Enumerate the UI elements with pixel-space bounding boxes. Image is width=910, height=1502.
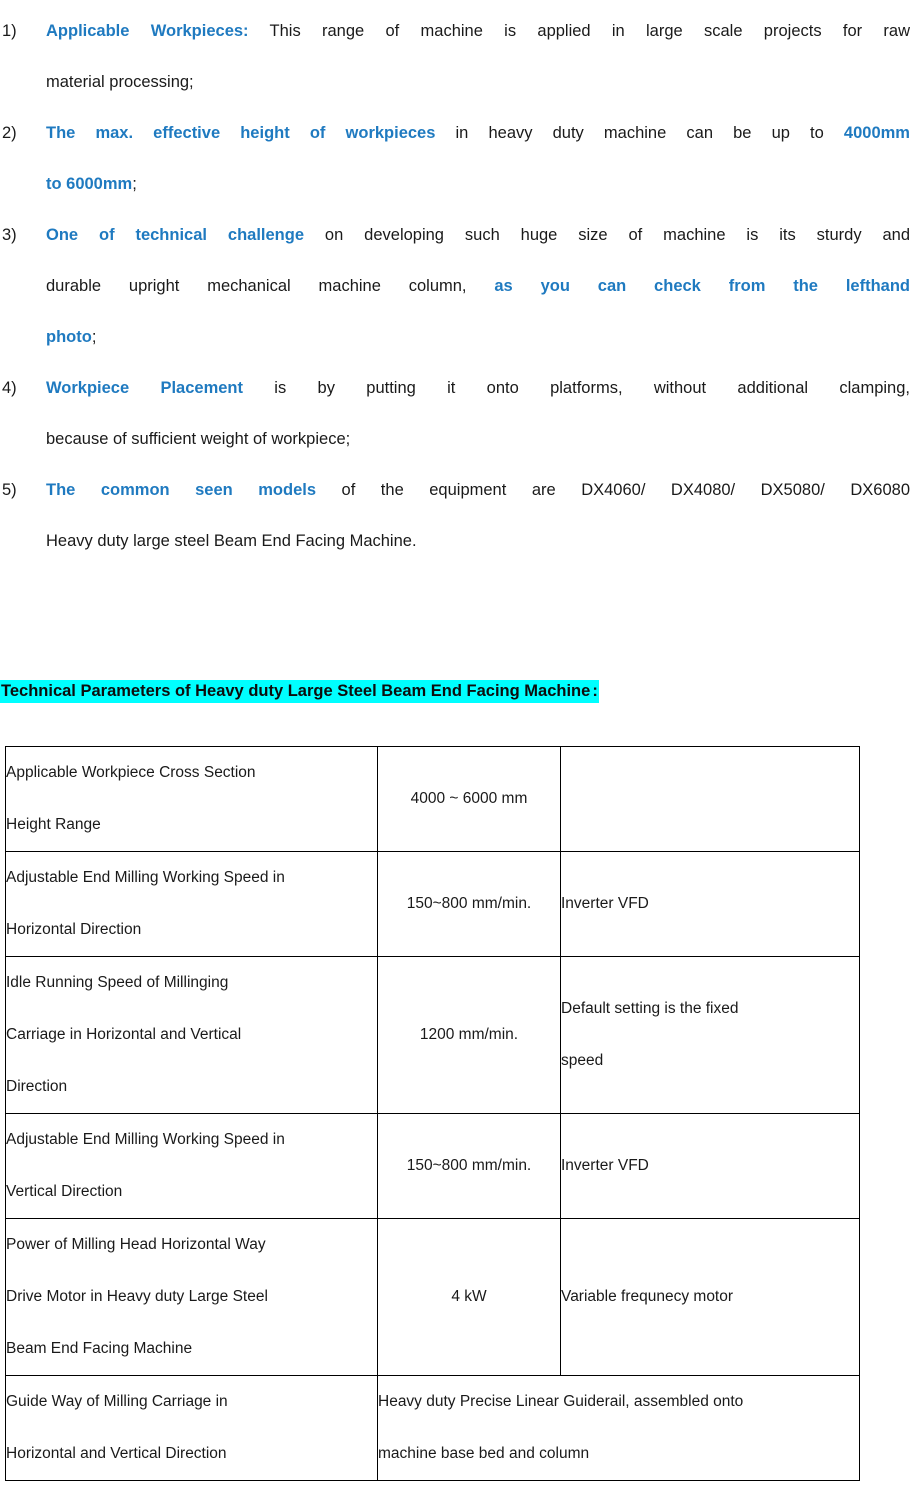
line-rest: is by putting it onto platforms, without… [243,379,910,397]
value-cell: 1200 mm/min. [377,956,561,1114]
list-item: 1) Applicable Workpieces: This range of … [0,6,910,108]
list-item-body: Workpiece Placement is by putting it ont… [46,363,910,465]
list-line: photo; [46,312,910,363]
technical-parameters-table: Applicable Workpiece Cross Section Heigh… [5,746,860,1481]
cell-line: Adjustable End Milling Working Speed in [6,1131,285,1148]
list-item: 5) The common seen models of the equipme… [0,465,910,567]
line-rest: ; [132,175,137,193]
lead-in-text: Workpiece Placement [46,379,243,397]
line-rest: This range of machine is applied in larg… [248,22,910,40]
merged-value-cell: Heavy duty Precise Linear Guiderail, ass… [377,1375,860,1481]
list-line: material processing; [46,73,194,91]
note-cell: Inverter VFD [560,1113,860,1219]
value-cell: 150~800 mm/min. [377,851,561,957]
list-line: Heavy duty large steel Beam End Facing M… [46,532,417,550]
list-marker: 1) [2,22,17,40]
cell-line: Adjustable End Milling Working Speed in [6,869,285,886]
list-line: Workpiece Placement is by putting it ont… [46,363,910,414]
parameter-cell: Idle Running Speed of Millinging Carriag… [5,956,378,1114]
parameter-cell: Adjustable End Milling Working Speed in … [5,851,378,957]
cell-line: Idle Running Speed of Millinging [6,974,229,991]
list-line: Applicable Workpieces: This range of mac… [46,6,910,57]
table-row: Power of Milling Head Horizontal Way Dri… [5,1218,860,1376]
parameter-cell: Applicable Workpiece Cross Section Heigh… [5,746,378,852]
list-line: The max. effective height of workpieces … [46,108,910,159]
list-line: because of sufficient weight of workpiec… [46,430,351,448]
list-line: to 6000mm; [46,159,910,210]
note-cell [560,746,860,852]
list-item-body: The common seen models of the equipment … [46,465,910,567]
table-row: Idle Running Speed of Millinging Carriag… [5,956,860,1114]
parameter-cell: Guide Way of Milling Carriage in Horizon… [5,1375,378,1481]
line-highlight: photo [46,328,92,346]
cell-line: Drive Motor in Heavy duty Large Steel [6,1288,268,1305]
cell-line: Horizontal Direction [6,921,142,938]
cell-line: Heavy duty Precise Linear Guiderail, ass… [378,1393,744,1410]
line-rest: in heavy duty machine can be up to [435,124,844,142]
cell-line: Default setting is the fixed [561,1000,739,1017]
list-item-body: Applicable Workpieces: This range of mac… [46,6,910,108]
cell-line: Direction [6,1078,68,1095]
list-item-body: One of technical challenge on developing… [46,210,910,363]
heading-colon: : [591,680,599,703]
note-cell: Inverter VFD [560,851,860,957]
lead-in-text: The common seen models [46,481,317,499]
cell-line: Beam End Facing Machine [6,1340,193,1357]
list-marker: 2) [2,124,17,142]
line-tail-highlight: 4000mm [843,124,910,142]
cell-line: Applicable Workpiece Cross Section [6,764,256,781]
cell-line: Power of Milling Head Horizontal Way [6,1236,266,1253]
line-highlight: as you can check from the lefthand [494,277,910,295]
line-highlight: to 6000mm [46,175,133,193]
list-marker: 3) [2,226,17,244]
value-cell: 4000 ~ 6000 mm [377,746,561,852]
table-body: Applicable Workpiece Cross Section Heigh… [5,746,860,1481]
cell-line: Height Range [6,816,101,833]
parameter-cell: Adjustable End Milling Working Speed in … [5,1113,378,1219]
lead-in-text: The max. effective height of workpieces [46,124,436,142]
list-item: 3) One of technical challenge on develop… [0,210,910,363]
value-cell: 150~800 mm/min. [377,1113,561,1219]
line-rest: of the equipment are DX4060/ DX4080/ DX5… [316,481,910,499]
note-cell: Default setting is the fixed speed [560,956,860,1114]
value-cell: 4 kW [377,1218,561,1376]
cell-line: Carriage in Horizontal and Vertical [6,1026,242,1043]
table-row: Guide Way of Milling Carriage in Horizon… [5,1375,860,1481]
list-item: 2) The max. effective height of workpiec… [0,108,910,210]
lead-in-text: Applicable Workpieces: [46,22,249,40]
cell-line: speed [561,1052,604,1069]
list-item: 4) Workpiece Placement is by putting it … [0,363,910,465]
list-line: One of technical challenge on developing… [46,210,910,261]
document-page: 1) Applicable Workpieces: This range of … [0,0,910,1481]
note-cell: Variable frequnecy motor [560,1218,860,1376]
table-row: Adjustable End Milling Working Speed in … [5,1113,860,1219]
line-rest: on developing such huge size of machine … [304,226,910,244]
list-marker: 5) [2,481,17,499]
list-marker: 4) [2,379,17,397]
cell-line: Horizontal and Vertical Direction [6,1445,227,1462]
cell-line: Vertical Direction [6,1183,123,1200]
list-line: The common seen models of the equipment … [46,465,910,516]
parameter-cell: Power of Milling Head Horizontal Way Dri… [5,1218,378,1376]
line-plain: durable upright mechanical machine colum… [46,277,495,295]
table-row: Adjustable End Milling Working Speed in … [5,851,860,957]
cell-line: Guide Way of Milling Carriage in [6,1393,228,1410]
list-item-body: The max. effective height of workpieces … [46,108,910,210]
feature-list: 1) Applicable Workpieces: This range of … [0,0,910,567]
list-line: durable upright mechanical machine colum… [46,261,910,312]
cell-line: machine base bed and column [378,1445,590,1462]
section-heading: Technical Parameters of Heavy duty Large… [0,567,910,708]
spec-table-container: Applicable Workpiece Cross Section Heigh… [0,708,910,1481]
line-rest: ; [91,328,97,346]
highlighted-heading-text: Technical Parameters of Heavy duty Large… [0,680,592,703]
table-row: Applicable Workpiece Cross Section Heigh… [5,746,860,852]
lead-in-text: One of technical challenge [46,226,305,244]
